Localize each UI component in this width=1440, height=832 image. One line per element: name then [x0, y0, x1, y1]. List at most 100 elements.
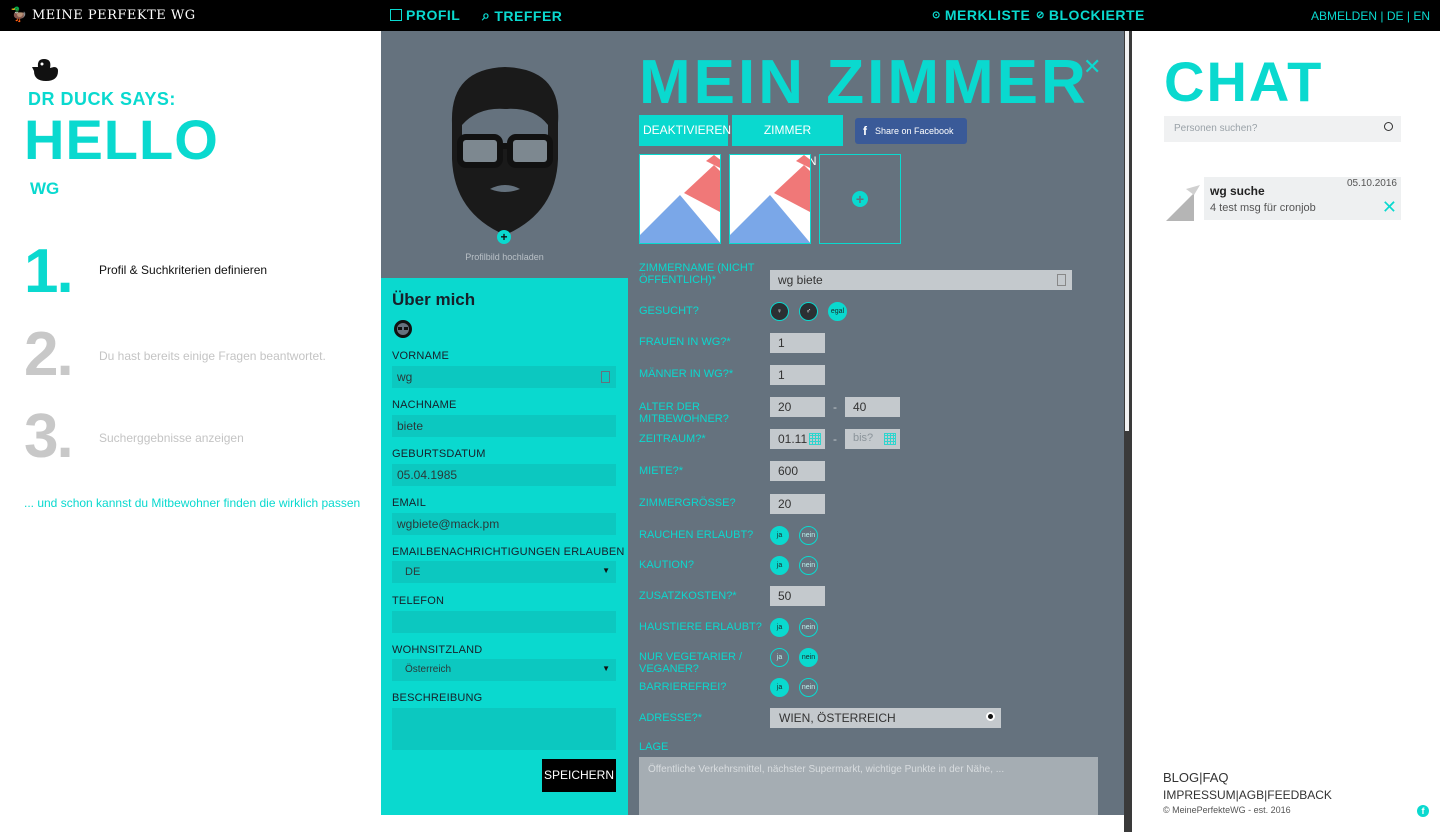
zeitraum-label: ZEITRAUM?* [639, 433, 706, 445]
adresse-value: WIEN, ÖSTERREICH [779, 711, 896, 725]
rauchen-ja-option[interactable]: ja [770, 526, 789, 545]
clipboard-icon [1057, 274, 1066, 286]
save-button[interactable]: SPEICHERN [542, 759, 616, 792]
step-2-number: 2. [24, 320, 74, 389]
gender-female-icon[interactable]: ♀ [770, 302, 789, 321]
kaution-ja-option[interactable]: ja [770, 556, 789, 575]
avatar-placeholder-icon [451, 67, 559, 235]
zusatzkosten-input[interactable]: 50 [770, 586, 825, 606]
email-notifications-value: DE [405, 566, 421, 578]
rauchen-label: RAUCHEN ERLAUBT? [639, 529, 754, 541]
dropdown-arrow-icon: ▼ [602, 566, 610, 575]
gender-male-icon[interactable]: ♂ [799, 302, 818, 321]
profile-panel: + Profilbild hochladen Über mich VORNAME… [381, 31, 628, 815]
telefon-input[interactable] [392, 611, 616, 633]
close-icon[interactable]: ✕ [1083, 54, 1101, 80]
scrollbar-thumb[interactable] [1125, 31, 1129, 431]
room-photo-2[interactable] [729, 154, 811, 244]
separator: | [1380, 9, 1384, 23]
kaution-nein-option[interactable]: nein [799, 556, 818, 575]
maenner-label: MÄNNER IN WG?* [639, 368, 734, 380]
chat-conversation-item[interactable]: wg suche 05.10.2016 4 test msg für cronj… [1164, 177, 1401, 221]
calendar-icon[interactable] [884, 433, 896, 445]
email-value: wgbiete@mack.pm [397, 517, 500, 531]
gender-egal-option[interactable]: egal [828, 302, 847, 321]
delete-room-button[interactable]: ZIMMER LÖSCHEN [732, 115, 843, 168]
footer-legal-links[interactable]: IMPRESSUM|AGB|FEEDBACK [1163, 788, 1332, 802]
deactivate-button[interactable]: DEAKTIVIEREN [639, 115, 731, 146]
step-2-text[interactable]: Du hast bereits einige Fragen beantworte… [99, 349, 326, 363]
zusatzkosten-label: ZUSATZKOSTEN?* [639, 590, 737, 602]
nav-treffer-label: TREFFER [494, 7, 563, 24]
separator: | [1406, 9, 1410, 23]
wohnsitzland-select[interactable]: Österreich ▼ [392, 659, 616, 681]
alter-to-input[interactable]: 40 [845, 397, 900, 417]
nachname-label: NACHNAME [392, 399, 457, 411]
haustiere-nein-option[interactable]: nein [799, 618, 818, 637]
nav-merkliste[interactable]: ⊙ MERKLISTE [932, 7, 1030, 23]
nachname-input[interactable]: biete [392, 415, 616, 437]
zimmergroesse-input[interactable]: 20 [770, 494, 825, 514]
zimmergroesse-label: ZIMMERGRÖSSE? [639, 497, 736, 509]
zimmername-input[interactable]: wg biete [770, 270, 1072, 290]
chat-date: 05.10.2016 [1346, 178, 1397, 189]
facebook-icon: f [863, 124, 867, 138]
nachname-value: biete [397, 419, 424, 433]
haustiere-ja-option[interactable]: ja [770, 618, 789, 637]
step-3-text[interactable]: Sucherggebnisse anzeigen [99, 431, 244, 445]
facebook-icon[interactable]: f [1417, 805, 1429, 817]
vegetarier-nein-option[interactable]: nein [799, 648, 818, 667]
lage-placeholder: Öffentliche Verkehrsmittel, nächster Sup… [648, 764, 1005, 775]
chat-search-input[interactable]: Personen suchen? [1164, 116, 1401, 142]
lage-textarea[interactable]: Öffentliche Verkehrsmittel, nächster Sup… [639, 757, 1098, 815]
lang-en-link[interactable]: EN [1413, 9, 1430, 23]
miete-input[interactable]: 600 [770, 461, 825, 481]
lang-de-link[interactable]: DE [1387, 9, 1404, 23]
logout-link[interactable]: ABMELDEN [1311, 9, 1377, 23]
zeitraum-from-value: 01.11 [778, 432, 808, 446]
alter-from-input[interactable]: 20 [770, 397, 825, 417]
barrierefrei-nein-option[interactable]: nein [799, 678, 818, 697]
avatar-upload-area[interactable]: + Profilbild hochladen [381, 31, 628, 278]
wohnsitzland-value: Österreich [405, 664, 452, 675]
nav-blockierte[interactable]: ⊘ BLOCKIERTE [1036, 7, 1145, 23]
vorname-input[interactable]: wg [392, 366, 616, 388]
account-links: ABMELDEN | DE | EN [1311, 9, 1430, 23]
email-input[interactable]: wgbiete@mack.pm [392, 513, 616, 535]
search-icon[interactable] [1384, 122, 1393, 131]
kaution-label: KAUTION? [639, 559, 695, 571]
avatar-upload-label[interactable]: Profilbild hochladen [381, 252, 628, 262]
email-notifications-select[interactable]: DE ▼ [392, 561, 616, 583]
geburtsdatum-value: 05.04.1985 [397, 468, 458, 482]
adresse-input[interactable]: WIEN, ÖSTERREICH [770, 708, 1001, 728]
brand-logo[interactable]: 🦆 MEINE PERFEKTE WG [10, 7, 196, 23]
upload-plus-icon[interactable]: + [497, 230, 511, 244]
frauen-input[interactable]: 1 [770, 333, 825, 353]
chat-last-message: 4 test msg für cronjob [1210, 202, 1316, 214]
rauchen-nein-option[interactable]: nein [799, 526, 818, 545]
add-photo-button[interactable]: + [819, 154, 901, 244]
range-separator: - [833, 432, 837, 446]
share-facebook-button[interactable]: f Share on Facebook [855, 118, 967, 144]
step-1-text[interactable]: Profil & Suchkriterien definieren [99, 263, 267, 277]
footer-blog-faq[interactable]: BLOG|FAQ [1163, 770, 1229, 785]
dropdown-arrow-icon: ▼ [602, 664, 610, 673]
beschreibung-textarea[interactable] [392, 708, 616, 750]
maenner-input[interactable]: 1 [770, 365, 825, 385]
barrierefrei-ja-option[interactable]: ja [770, 678, 789, 697]
nav-profil[interactable]: PROFIL [390, 7, 460, 23]
mini-avatar-icon [392, 318, 414, 340]
image-placeholder-icon [640, 155, 720, 243]
vegetarier-ja-option[interactable]: ja [770, 648, 789, 667]
profile-icon [390, 9, 402, 21]
room-photo-1[interactable] [639, 154, 721, 244]
block-icon: ⊘ [1036, 9, 1045, 21]
close-icon[interactable]: ✕ [1382, 198, 1397, 216]
nav-blockierte-label: BLOCKIERTE [1048, 7, 1145, 23]
nav-treffer[interactable]: ⌕ TREFFER [482, 7, 562, 24]
geburtsdatum-input[interactable]: 05.04.1985 [392, 464, 616, 486]
barrierefrei-label: BARRIEREFREI? [639, 681, 727, 693]
vorname-value: wg [397, 370, 413, 384]
gesucht-label: GESUCHT? [639, 305, 699, 317]
calendar-icon[interactable] [809, 433, 821, 445]
